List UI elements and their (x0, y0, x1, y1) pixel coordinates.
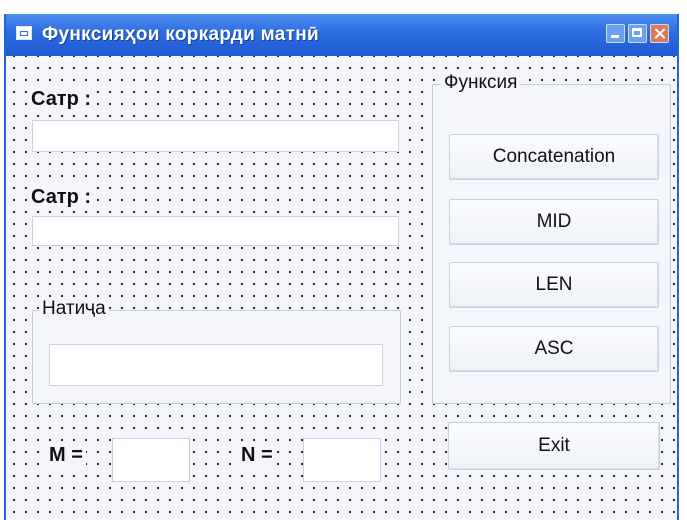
result-caption: Натиҷа (39, 298, 109, 320)
functions-frame: Функсия Concatenation MID LEN ASC (432, 72, 671, 404)
mid-button[interactable]: MID (449, 199, 659, 245)
title-bar[interactable]: Функсияҳои коркарди матнӣ (6, 14, 677, 56)
form-client-area: Сатр : Сатр : Натиҷа M = N = Функсия Con… (6, 56, 677, 520)
close-icon[interactable] (650, 24, 669, 43)
result-output[interactable] (49, 344, 383, 386)
minimize-icon[interactable] (606, 24, 625, 43)
string1-label: Сатр : (28, 88, 95, 111)
maximize-icon[interactable] (628, 24, 647, 43)
window-icon[interactable] (16, 26, 32, 40)
string2-input[interactable] (32, 216, 399, 246)
asc-button[interactable]: ASC (449, 326, 659, 372)
app-window: Функсияҳои коркарди матнӣ Сатр : Сатр : … (4, 14, 679, 520)
m-input[interactable] (112, 438, 190, 482)
string1-input[interactable] (32, 120, 399, 152)
window-title: Функсияҳои коркарди матнӣ (42, 24, 320, 45)
result-frame: Натиҷа (32, 298, 401, 404)
exit-button[interactable]: Exit (448, 422, 660, 470)
len-button[interactable]: LEN (449, 262, 659, 308)
m-label: M = (46, 444, 86, 467)
n-input[interactable] (303, 438, 381, 482)
string2-label: Сатр : (28, 186, 95, 209)
n-label: N = (238, 444, 276, 467)
concatenation-button[interactable]: Concatenation (449, 134, 659, 180)
functions-caption: Функсия (441, 72, 521, 94)
